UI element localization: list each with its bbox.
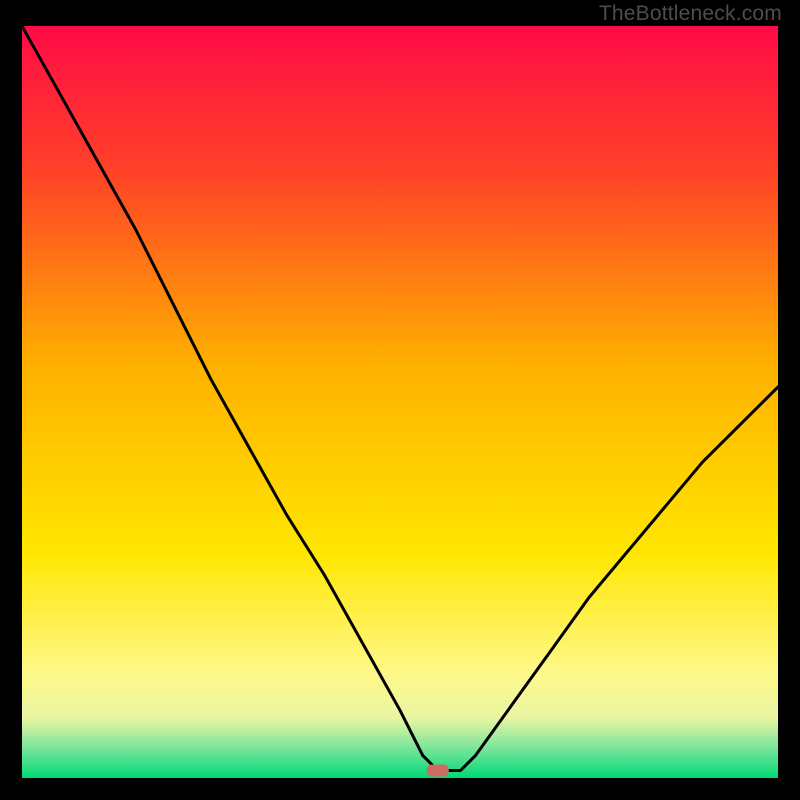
watermark-text: TheBottleneck.com [599,2,782,26]
plot-area [22,26,778,778]
chart-frame: TheBottleneck.com [0,0,800,800]
chart-background [22,26,778,778]
optimal-point-marker [427,765,449,777]
chart-svg [22,26,778,778]
